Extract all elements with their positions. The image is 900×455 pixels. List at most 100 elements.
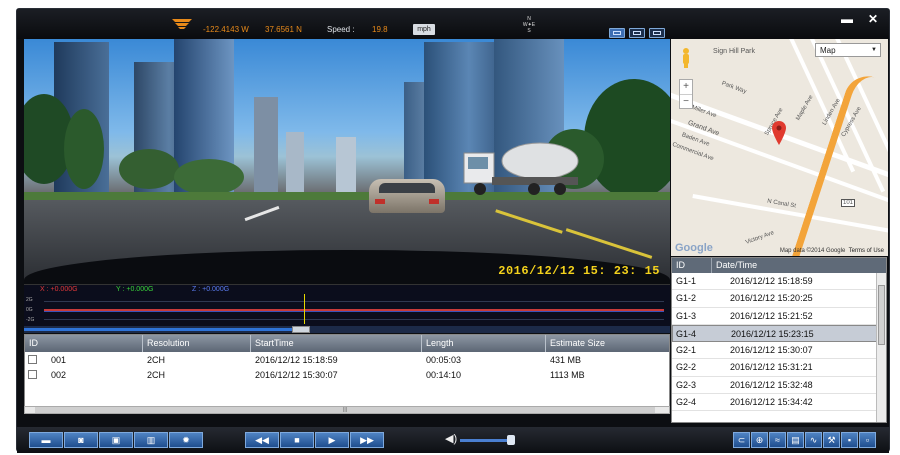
- file-id: 002: [51, 369, 67, 380]
- x-axis-label: X : +0.000G: [40, 286, 78, 293]
- file-checkbox[interactable]: [28, 370, 37, 379]
- play-button[interactable]: ▶: [315, 432, 349, 448]
- column-starttime[interactable]: StartTime: [251, 335, 422, 352]
- column-length[interactable]: Length: [422, 335, 546, 352]
- gear-icon: ✹: [182, 435, 190, 445]
- gps-time: 2016/12/12 15:18:59: [730, 276, 813, 286]
- z-series-line: [44, 311, 664, 312]
- tree: [119, 149, 179, 189]
- globe-icon: ⊕: [755, 435, 764, 445]
- longitude-readout: -122.4143 W: [203, 25, 249, 34]
- volume-slider[interactable]: [460, 439, 512, 442]
- zoom-out-button[interactable]: −: [680, 95, 692, 109]
- latitude-readout: 37.6561 N: [265, 25, 302, 34]
- file-length: 00:14:10: [426, 369, 462, 380]
- hscroll-thumb[interactable]: |||: [35, 407, 655, 413]
- tool-button-4[interactable]: ▤: [787, 432, 804, 448]
- playback-progress[interactable]: [24, 326, 670, 333]
- tool-button-6[interactable]: ⚒: [823, 432, 840, 448]
- snapshot-button[interactable]: ◙: [64, 432, 98, 448]
- gps-row[interactable]: G1-3 2016/12/12 15:21:52: [672, 308, 886, 325]
- building: [286, 132, 304, 192]
- gps-list-vscrollbar[interactable]: [876, 273, 886, 422]
- file-list-hscrollbar[interactable]: |||: [24, 406, 670, 414]
- top-bar: -122.4143 W 37.6561 N Speed : 19.8 mph N…: [17, 9, 889, 39]
- street-label: Sign Hill Park: [713, 48, 756, 55]
- column-estimate-size[interactable]: Estimate Size: [546, 335, 669, 352]
- view-split-button[interactable]: [629, 28, 645, 38]
- gps-time: 2016/12/12 15:32:48: [730, 379, 813, 390]
- video-timestamp: 2016/12/12 15: 23: 15: [498, 264, 660, 278]
- map-view[interactable]: Sign Hill Park Park Way Miller Ave Grand…: [671, 39, 888, 256]
- info-icon: ▫: [865, 435, 870, 445]
- map-type-value: Map: [820, 46, 836, 55]
- file-resolution: 2CH: [147, 354, 166, 365]
- tree: [64, 109, 104, 189]
- gps-time: 2016/12/12 15:20:25: [730, 293, 813, 304]
- rewind-button[interactable]: ◀◀: [245, 432, 279, 448]
- tool-button-5[interactable]: ∿: [805, 432, 822, 448]
- gps-row[interactable]: G2-2 2016/12/12 15:31:21: [672, 359, 886, 377]
- location-pin-icon: [772, 121, 786, 145]
- column-datetime[interactable]: Date/Time: [712, 258, 757, 273]
- video-viewport[interactable]: 2016/12/12 15: 23: 15: [24, 39, 670, 284]
- map-attribution: Map data ©2014 Google Terms of Use: [780, 248, 884, 254]
- google-logo: Google: [675, 242, 713, 254]
- close-button[interactable]: ✕: [861, 11, 885, 27]
- volume-thumb[interactable]: [507, 435, 515, 445]
- tool-button-7[interactable]: ▪: [841, 432, 858, 448]
- gps-id: G1-4: [676, 328, 697, 339]
- zoom-in-button[interactable]: +: [680, 80, 692, 95]
- gps-point-list: ID Date/Time G1-1 2016/12/12 15:18:59 G1-…: [671, 257, 887, 423]
- tool-button-2[interactable]: ⊕: [751, 432, 768, 448]
- file-resolution: 2CH: [147, 369, 166, 380]
- file-list-header: ID Resolution StartTime Length Estimate …: [25, 335, 669, 352]
- camera-icon: ◙: [78, 435, 84, 445]
- file-start: 2016/12/12 15:30:07: [255, 369, 338, 380]
- gps-row[interactable]: G2-3 2016/12/12 15:32:48: [672, 377, 886, 395]
- delete-button[interactable]: ▥: [134, 432, 168, 448]
- terms-of-use-link[interactable]: Terms of Use: [849, 248, 884, 254]
- view-pip-button[interactable]: [649, 28, 665, 38]
- chevron-down-icon: ▼: [871, 47, 877, 53]
- gps-row[interactable]: G1-2 2016/12/12 15:20:25: [672, 290, 886, 308]
- building: [336, 137, 356, 192]
- stop-button[interactable]: ■: [280, 432, 314, 448]
- building: [254, 97, 278, 192]
- tool-button-1[interactable]: ⊂: [733, 432, 750, 448]
- column-id[interactable]: ID: [25, 335, 143, 352]
- column-gps-id[interactable]: ID: [672, 258, 712, 273]
- vscroll-thumb[interactable]: [878, 285, 885, 345]
- map-zoom-control: + −: [679, 79, 693, 109]
- tool-button-3[interactable]: ≈: [769, 432, 786, 448]
- fast-forward-button[interactable]: ▶▶: [350, 432, 384, 448]
- settings-button[interactable]: ✹: [169, 432, 203, 448]
- column-resolution[interactable]: Resolution: [143, 335, 251, 352]
- gps-id: G2-1: [676, 345, 697, 356]
- street: [692, 194, 888, 238]
- cement-truck: [463, 142, 579, 195]
- tree: [174, 159, 244, 195]
- street-view-pegman-icon[interactable]: [681, 47, 691, 69]
- save-icon: ▣: [111, 435, 121, 445]
- gps-list-header: ID Date/Time: [672, 258, 886, 273]
- gps-row[interactable]: G1-1 2016/12/12 15:18:59: [672, 273, 886, 291]
- gps-row[interactable]: G2-4 2016/12/12 15:34:42: [672, 394, 886, 412]
- gps-row[interactable]: G2-1 2016/12/12 15:30:07: [672, 342, 886, 360]
- scale-mid: 0G: [26, 307, 33, 313]
- gps-time: 2016/12/12 15:30:07: [730, 345, 813, 356]
- save-button[interactable]: ▣: [99, 432, 133, 448]
- g-sensor-graph[interactable]: X : +0.000G Y : +0.000G Z : +0.000G 2G 0…: [24, 284, 670, 326]
- minimize-button[interactable]: ▬: [835, 11, 859, 27]
- gps-logo-icon: [172, 19, 192, 29]
- highway-shield: 101: [841, 199, 856, 207]
- view-single-button[interactable]: [609, 28, 625, 38]
- file-checkbox[interactable]: [28, 355, 37, 364]
- file-row[interactable]: 002 2CH 2016/12/12 15:30:07 00:14:10 111…: [25, 367, 669, 382]
- gps-row-selected[interactable]: G1-4 2016/12/12 15:23:15: [672, 324, 886, 343]
- open-folder-button[interactable]: ▬: [29, 432, 63, 448]
- file-row[interactable]: 001 2CH 2016/12/12 15:18:59 00:05:03 431…: [25, 352, 669, 367]
- map-type-select[interactable]: Map ▼: [815, 43, 881, 57]
- tool-button-8[interactable]: ▫: [859, 432, 876, 448]
- progress-thumb[interactable]: [292, 326, 310, 333]
